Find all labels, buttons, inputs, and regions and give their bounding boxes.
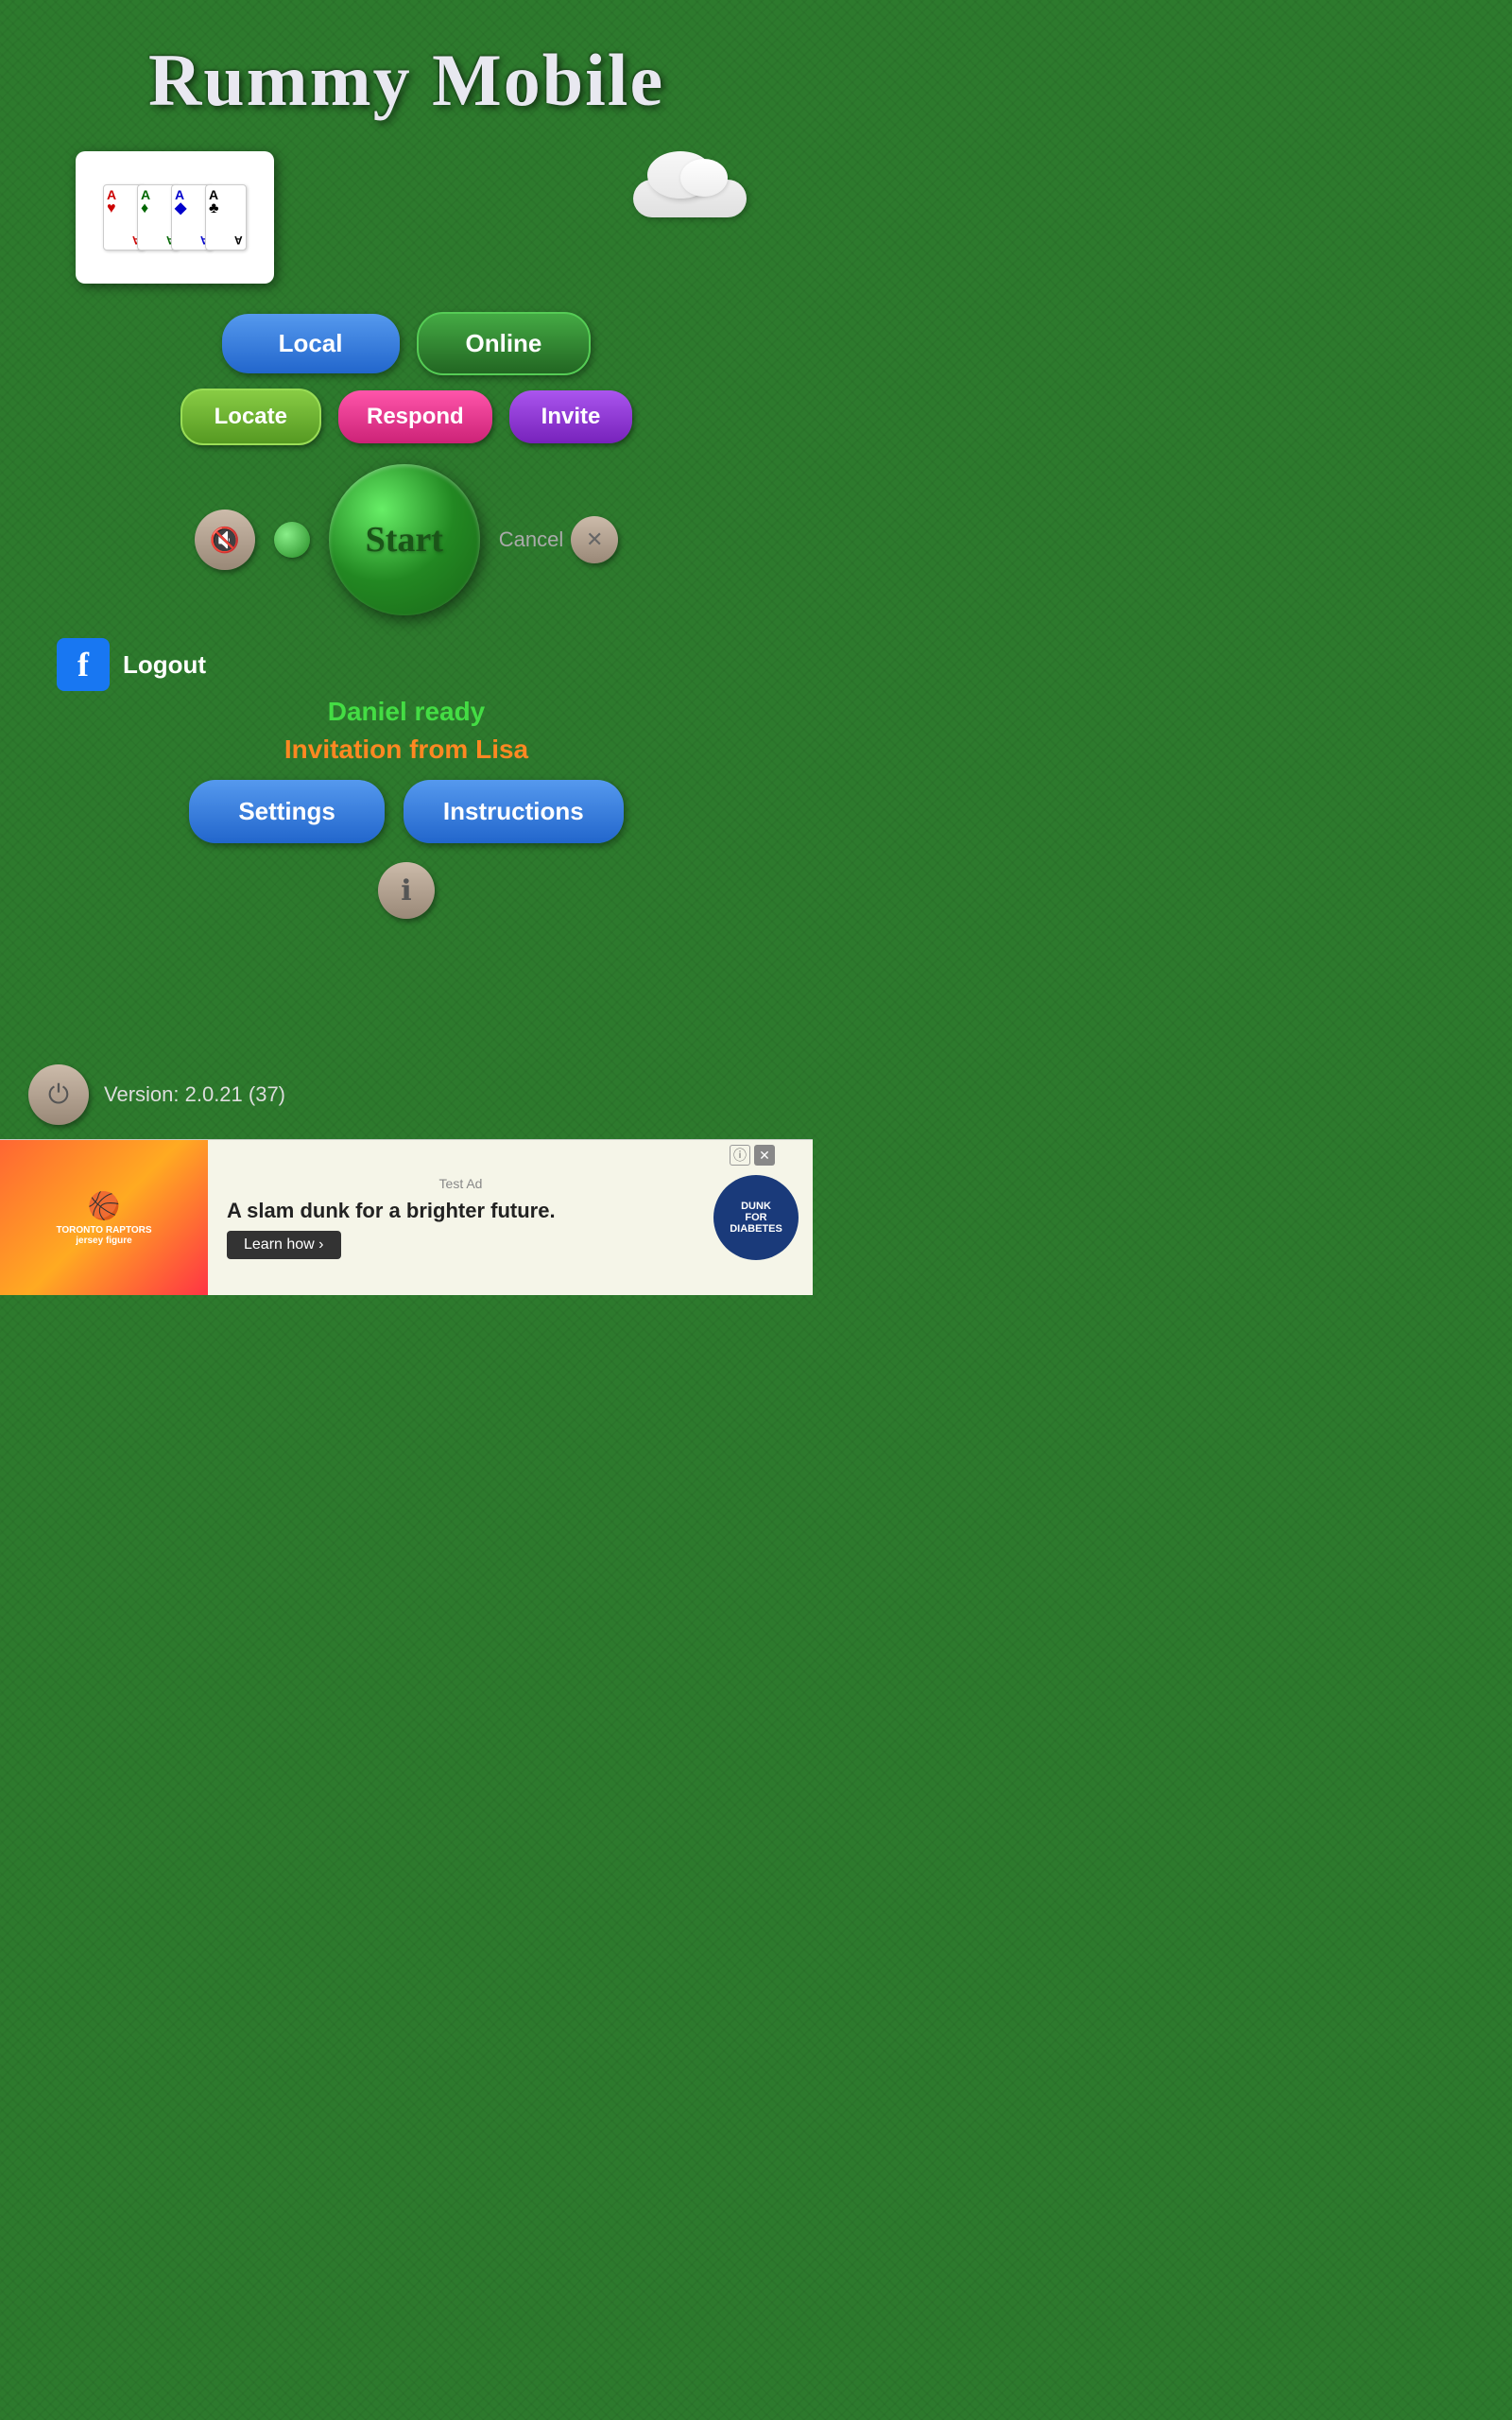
ad-content: Test Ad A slam dunk for a brighter futur… [208,1167,713,1269]
card-hand: A ♥ A A ♦ A A ◆ A A ♣ A [103,184,247,251]
ad-close-button[interactable]: ✕ [754,1145,775,1166]
card-rank-4: A [209,188,218,201]
social-row: f Logout [0,638,813,691]
ad-label: Test Ad [227,1176,695,1191]
start-button[interactable]: Start [329,464,480,615]
cloud-decoration [624,161,756,227]
ad-badge-line3: DIABETES [730,1223,782,1235]
logout-button[interactable]: Logout [123,650,206,680]
cloud-shape [624,161,756,217]
online-button[interactable]: Online [417,312,592,375]
ad-image: 🏀 TORONTO RAPTORSjersey figure [0,1140,208,1296]
status-section: Daniel ready Invitation from Lisa [284,697,528,765]
power-icon: ⏻ [48,1080,69,1111]
ad-badge-line1: DUNK [741,1201,771,1212]
power-button[interactable]: ⏻ [28,1064,89,1125]
version-text: Version: 2.0.21 (37) [104,1082,285,1107]
cancel-label: Cancel [499,527,563,552]
cancel-group: Cancel ✕ [499,516,618,563]
game-mode-section: Local Online Locate Respond Invite [0,312,813,445]
card-rank-1: A [107,188,116,201]
mute-icon: 🔇 [210,526,240,555]
respond-button[interactable]: Respond [338,390,492,443]
ad-badge: DUNK FOR DIABETES [713,1175,799,1260]
ad-text: A slam dunk for a brighter future. [227,1199,695,1223]
card-4: A ♣ A [205,184,247,251]
ad-info-button[interactable]: ⓘ [730,1145,750,1166]
app-title: Rummy Mobile [148,38,664,123]
cloud-bump [680,159,728,197]
primary-mode-row: Local Online [222,312,592,375]
instructions-button[interactable]: Instructions [404,780,624,843]
card-rank-2: A [141,188,150,201]
ad-banner: 🏀 TORONTO RAPTORSjersey figure Test Ad A… [0,1139,813,1295]
mute-button[interactable]: 🔇 [195,510,255,570]
secondary-mode-row: Locate Respond Invite [180,389,633,445]
controls-row: 🔇 Start Cancel ✕ [0,464,813,615]
card-suit-4: ♣ [209,201,219,216]
ad-badge-line2: FOR [745,1212,766,1223]
invitation-status: Invitation from Lisa [284,735,528,765]
local-button[interactable]: Local [222,314,400,373]
cancel-icon: ✕ [586,527,603,552]
action-row: Settings Instructions [189,780,623,843]
card-suit-2: ♦ [141,201,148,216]
player-ready-status: Daniel ready [328,697,486,727]
info-icon: ℹ [401,874,411,908]
card-hand-image: A ♥ A A ♦ A A ◆ A A ♣ A [76,151,274,284]
cards-and-cloud: A ♥ A A ♦ A A ◆ A A ♣ A [0,151,813,284]
info-button[interactable]: ℹ [378,862,435,919]
card-rank-3: A [175,188,184,201]
invite-button[interactable]: Invite [509,390,633,443]
bottom-row: ⏻ Version: 2.0.21 (37) [28,1064,285,1125]
card-rank-bottom-4: A [234,233,243,247]
player-dot [274,522,310,558]
facebook-icon[interactable]: f [57,638,110,691]
card-suit-3: ◆ [175,201,186,216]
settings-button[interactable]: Settings [189,780,385,843]
ad-learn-more[interactable]: Learn how › [227,1231,341,1259]
cancel-button[interactable]: ✕ [571,516,618,563]
locate-button[interactable]: Locate [180,389,321,445]
card-suit-1: ♥ [107,201,116,216]
